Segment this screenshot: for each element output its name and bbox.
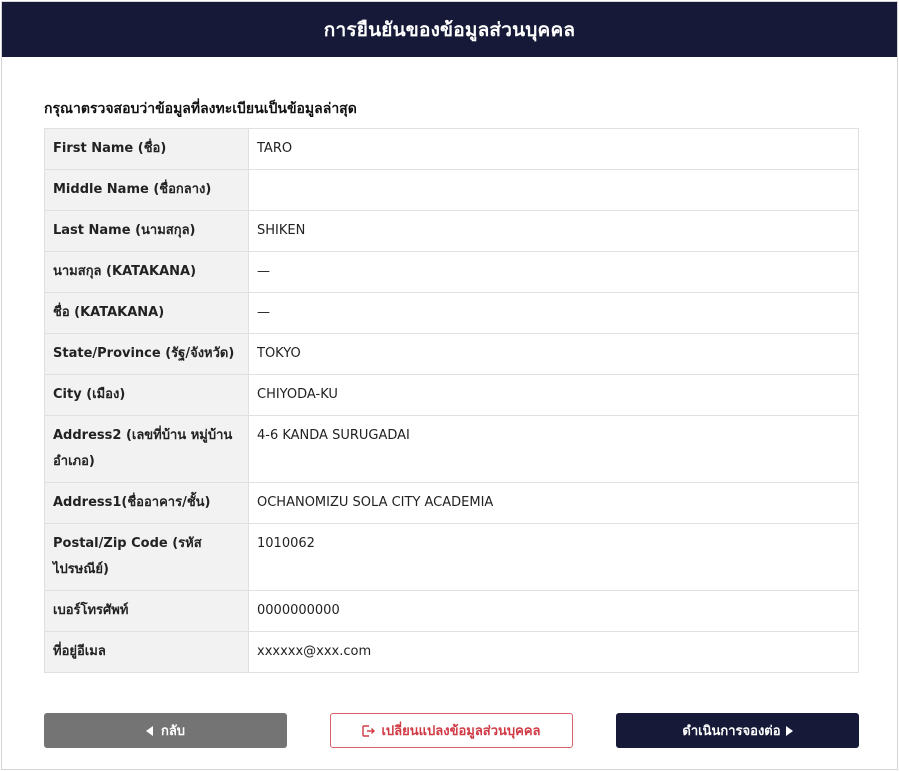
change-personal-info-label: เปลี่ยนแปลงข้อมูลส่วนบุคคล — [381, 724, 541, 739]
table-row: เบอร์โทรศัพท์ 0000000000 — [44, 590, 859, 632]
field-value-middle-name — [248, 169, 859, 211]
field-label-state: State/Province (รัฐ/จังหวัด) — [44, 333, 249, 375]
table-row: First Name (ชื่อ) TARO — [44, 128, 859, 170]
field-label-address2: Address2 (เลขที่บ้าน หมู่บ้าน อำเภอ) — [44, 415, 249, 483]
back-button[interactable]: กลับ — [44, 713, 287, 748]
field-label-last-name-katakana: นามสกุล (KATAKANA) — [44, 251, 249, 293]
instruction-text: กรุณาตรวจสอบว่าข้อมูลที่ลงทะเบียนเป็นข้อ… — [44, 101, 357, 117]
field-value-email: xxxxxx@xxx.com — [248, 631, 859, 673]
field-value-phone: 0000000000 — [248, 590, 859, 632]
field-value-postal-code: 1010062 — [248, 523, 859, 591]
field-value-last-name: SHIKEN — [248, 210, 859, 252]
field-value-first-name: TARO — [248, 128, 859, 170]
continue-booking-label: ดำเนินการจองต่อ — [682, 724, 781, 739]
field-value-address1: OCHANOMIZU SOLA CITY ACADEMIA — [248, 482, 859, 524]
field-label-last-name: Last Name (นามสกุล) — [44, 210, 249, 252]
page-title: การยืนยันของข้อมูลส่วนบุคคล — [323, 18, 576, 41]
field-label-middle-name: Middle Name (ชื่อกลาง) — [44, 169, 249, 211]
field-label-first-name: First Name (ชื่อ) — [44, 128, 249, 170]
caret-left-icon — [145, 725, 153, 736]
personal-info-table: First Name (ชื่อ) TARO Middle Name (ชื่อ… — [44, 128, 859, 673]
field-value-city: CHIYODA-KU — [248, 374, 859, 416]
field-label-phone: เบอร์โทรศัพท์ — [44, 590, 249, 632]
field-value-first-name-katakana: — — [248, 292, 859, 334]
table-row: Last Name (นามสกุล) SHIKEN — [44, 210, 859, 252]
continue-booking-button[interactable]: ดำเนินการจองต่อ — [616, 713, 859, 748]
page-header: การยืนยันของข้อมูลส่วนบุคคล — [2, 2, 897, 57]
field-value-state: TOKYO — [248, 333, 859, 375]
field-label-email: ที่อยู่อีเมล — [44, 631, 249, 673]
field-label-city: City (เมือง) — [44, 374, 249, 416]
field-label-postal-code: Postal/Zip Code (รหัสไปรษณีย์) — [44, 523, 249, 591]
table-row: นามสกุล (KATAKANA) — — [44, 251, 859, 293]
table-row: ชื่อ (KATAKANA) — — [44, 292, 859, 334]
caret-right-icon — [785, 725, 793, 736]
table-row: City (เมือง) CHIYODA-KU — [44, 374, 859, 416]
field-value-last-name-katakana: — — [248, 251, 859, 293]
field-label-address1: Address1(ชื่ออาคาร/ชั้น) — [44, 482, 249, 524]
table-row: Address2 (เลขที่บ้าน หมู่บ้าน อำเภอ) 4-6… — [44, 415, 859, 483]
change-personal-info-button[interactable]: เปลี่ยนแปลงข้อมูลส่วนบุคคล — [330, 713, 573, 748]
table-row: State/Province (รัฐ/จังหวัด) TOKYO — [44, 333, 859, 375]
field-value-address2: 4-6 KANDA SURUGADAI — [248, 415, 859, 483]
field-label-first-name-katakana: ชื่อ (KATAKANA) — [44, 292, 249, 334]
edit-square-icon — [362, 724, 376, 737]
table-row: Address1(ชื่ออาคาร/ชั้น) OCHANOMIZU SOLA… — [44, 482, 859, 524]
table-row: ที่อยู่อีเมล xxxxxx@xxx.com — [44, 631, 859, 673]
back-button-label: กลับ — [160, 724, 186, 739]
confirmation-panel: การยืนยันของข้อมูลส่วนบุคคล กรุณาตรวจสอบ… — [1, 1, 898, 770]
table-row: Middle Name (ชื่อกลาง) — [44, 169, 859, 211]
table-row: Postal/Zip Code (รหัสไปรษณีย์) 1010062 — [44, 523, 859, 591]
